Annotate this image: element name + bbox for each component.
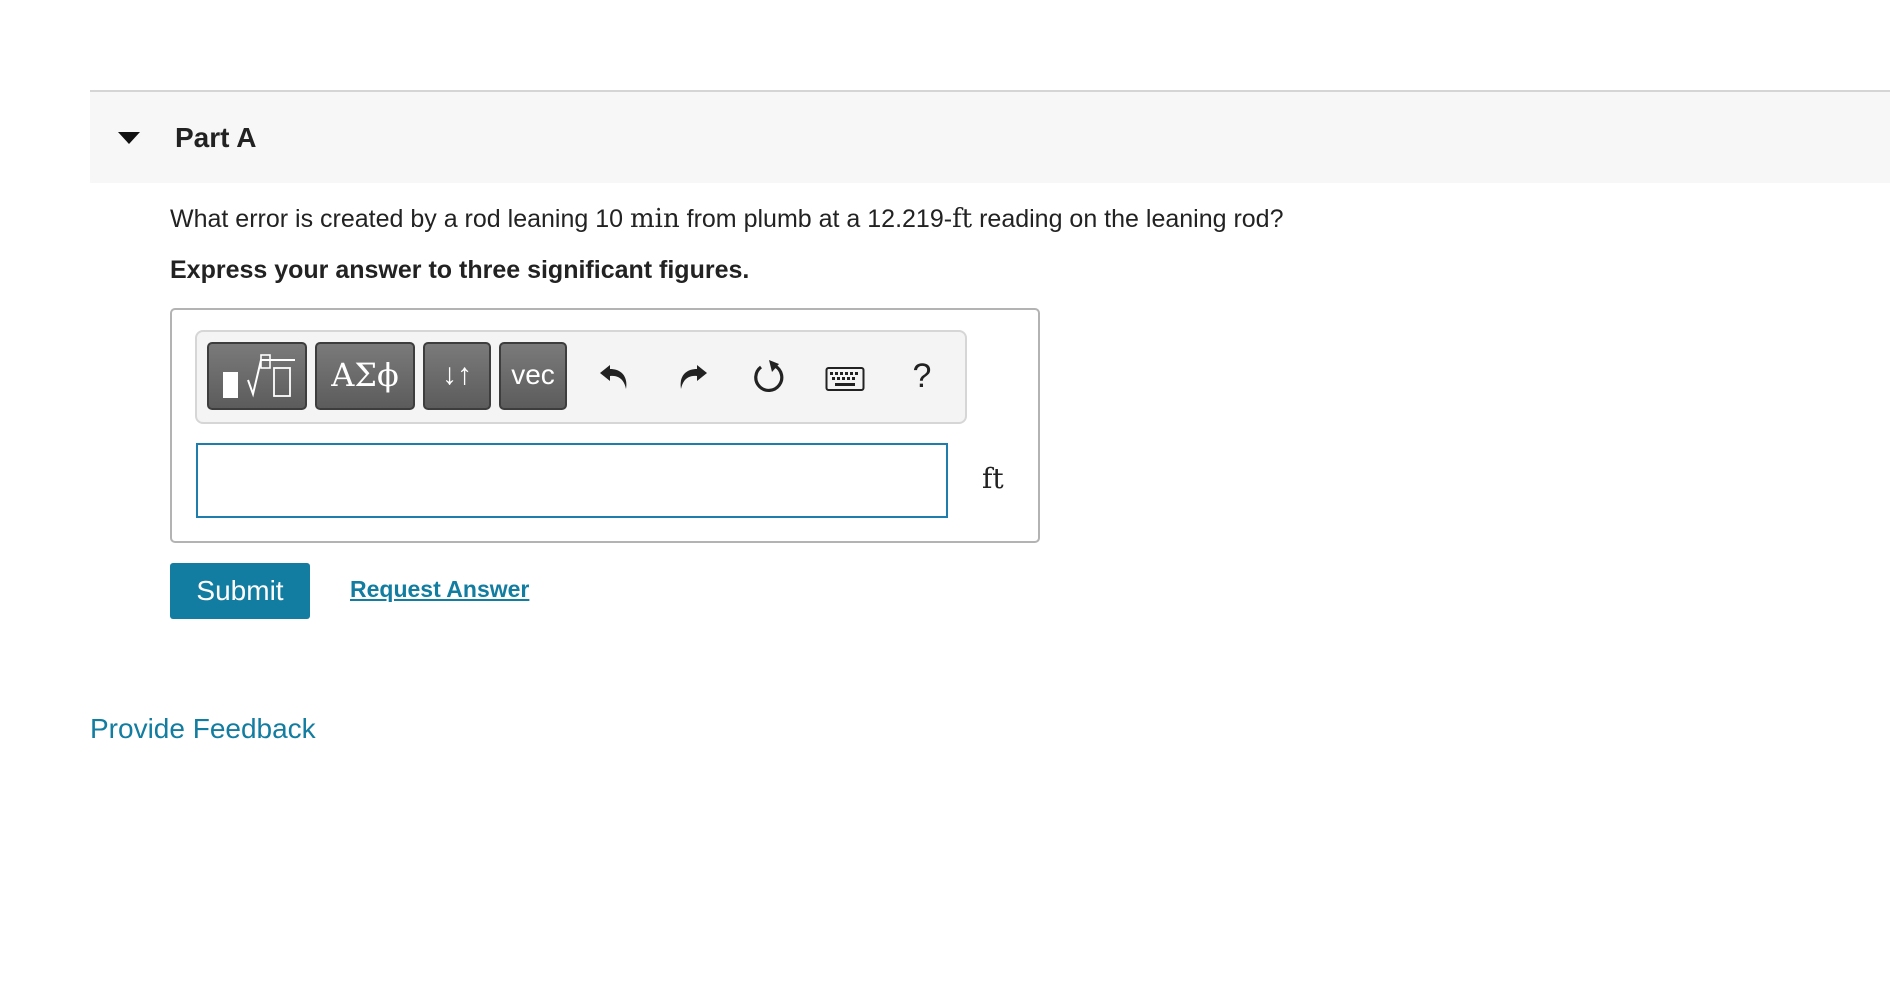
request-answer-link[interactable]: Request Answer <box>350 576 529 603</box>
keyboard-icon <box>825 367 865 391</box>
part-title: Part A <box>175 122 257 153</box>
question-text-middle: from plumb at a 12.219- <box>679 205 953 233</box>
templates-button[interactable] <box>207 342 307 410</box>
collapse-caret-icon[interactable] <box>118 132 140 144</box>
question-text-before: What error is created by a rod leaning 1… <box>170 205 630 233</box>
help-icon: ? <box>912 357 932 395</box>
templates-icon <box>223 354 295 398</box>
keyboard-button[interactable] <box>817 350 873 406</box>
greek-symbols-button[interactable]: ΑΣϕ <box>315 342 415 410</box>
undo-button[interactable] <box>587 350 643 406</box>
redo-icon <box>680 365 707 389</box>
answer-instruction: Express your answer to three significant… <box>170 256 750 284</box>
math-toolbar: ΑΣϕ ↓↑ vec ? <box>195 330 967 424</box>
part-a-header[interactable]: Part A <box>90 90 1890 183</box>
question-text-after: reading on the leaning rod? <box>972 205 1284 233</box>
reset-icon <box>754 360 784 393</box>
submit-button[interactable]: Submit <box>170 563 310 619</box>
arrows-button[interactable]: ↓↑ <box>423 342 491 410</box>
page: Part A What error is created by a rod le… <box>0 0 1890 990</box>
help-button[interactable]: ? <box>894 350 950 406</box>
answer-unit: ft <box>982 462 1004 495</box>
reset-button[interactable] <box>741 350 797 406</box>
answer-panel: ΑΣϕ ↓↑ vec ? ft <box>170 308 1040 543</box>
vector-button[interactable]: vec <box>499 342 567 410</box>
answer-input[interactable] <box>196 443 948 518</box>
question-math-feet: ft <box>952 204 973 234</box>
question-text: What error is created by a rod leaning 1… <box>170 204 1284 234</box>
redo-button[interactable] <box>664 350 720 406</box>
undo-icon <box>600 365 627 389</box>
question-math-minutes: min <box>629 204 680 234</box>
provide-feedback-link[interactable]: Provide Feedback <box>90 713 316 745</box>
